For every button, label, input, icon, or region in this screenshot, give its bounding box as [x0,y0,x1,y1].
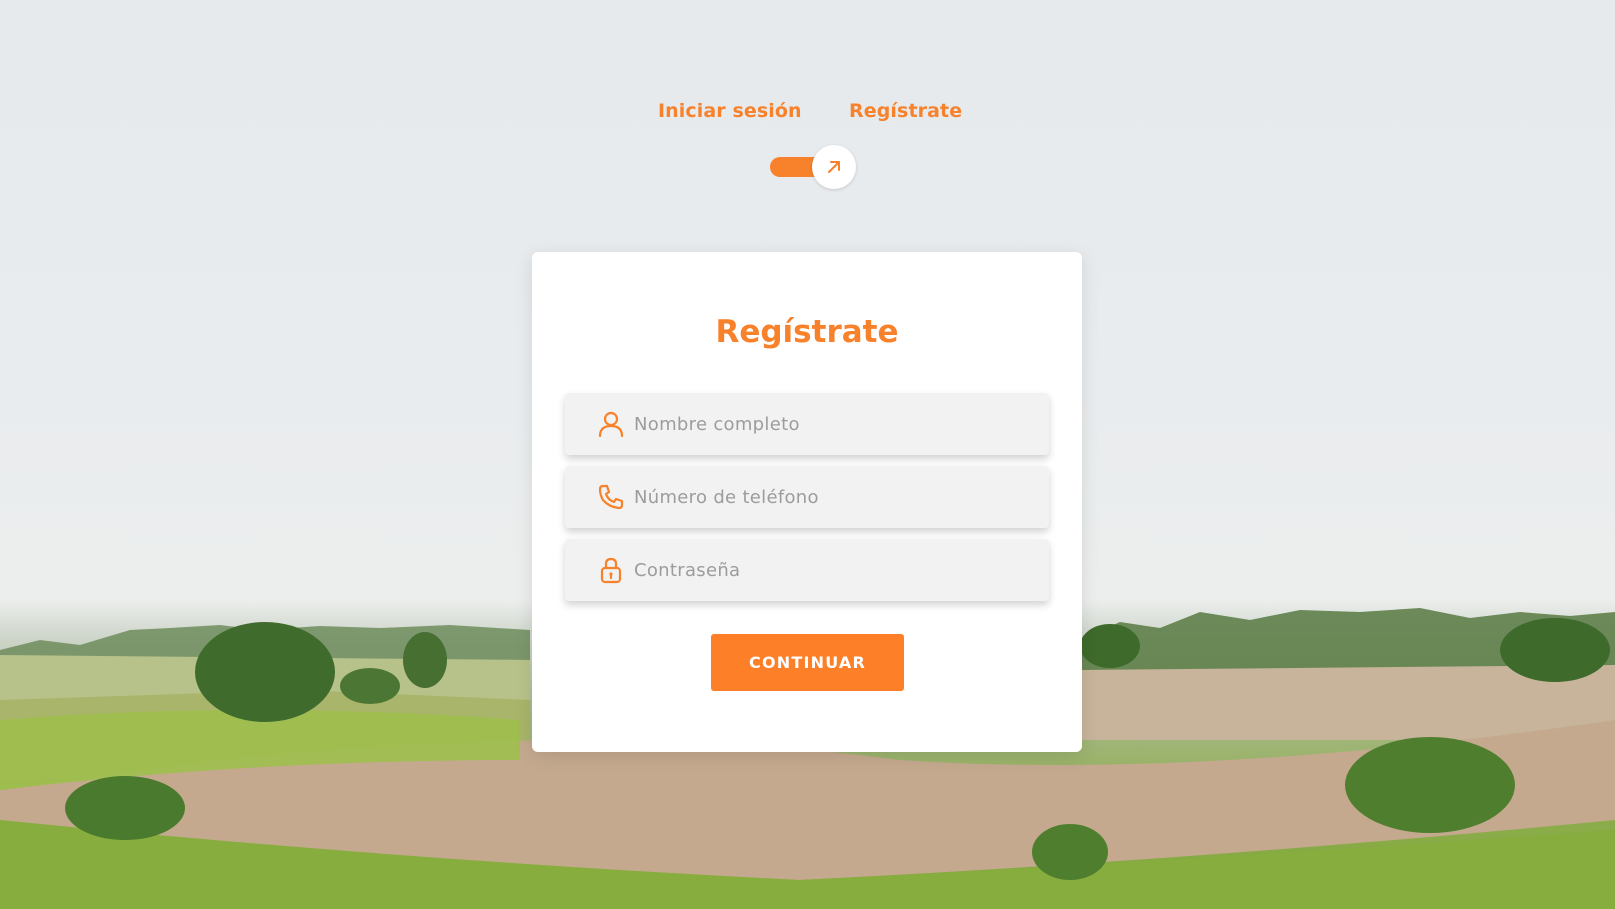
full-name-input[interactable] [634,393,1049,455]
lock-icon [596,555,626,585]
full-name-field[interactable] [565,393,1049,455]
form-title: Regístrate [715,314,899,350]
register-tab[interactable]: Regístrate [849,100,962,122]
continue-button[interactable]: CONTINUAR [711,634,904,691]
phone-icon [596,482,626,512]
password-field[interactable] [565,539,1049,601]
login-tab[interactable]: Iniciar sesión [658,100,802,122]
password-input[interactable] [634,539,1049,601]
register-card: Regístrate CONTINUAR [532,252,1082,752]
phone-input[interactable] [634,466,1049,528]
mode-toggle-knob[interactable] [812,145,856,189]
user-icon [596,409,626,439]
arrow-up-right-icon [828,161,840,173]
phone-field[interactable] [565,466,1049,528]
mode-switcher: Iniciar sesión Regístrate [0,0,1615,220]
